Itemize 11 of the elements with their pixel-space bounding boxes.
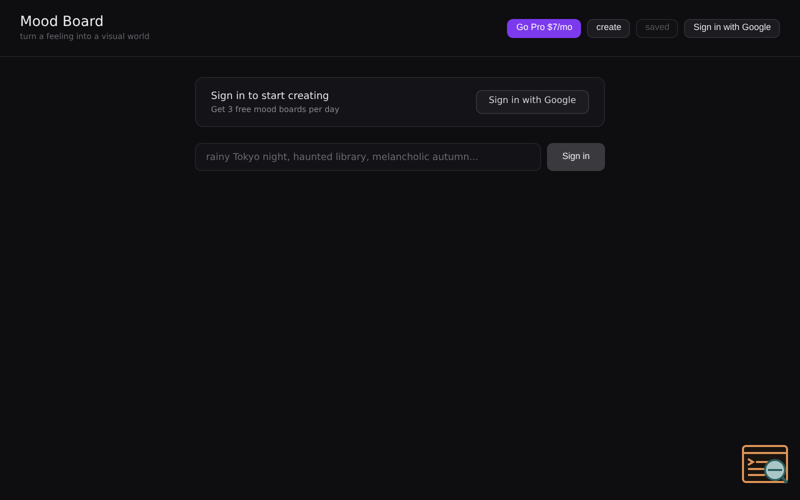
nav-button[interactable]: Sign in with Google xyxy=(684,18,780,38)
app-subtitle: turn a feeling into a visual world xyxy=(20,31,150,43)
nav-button[interactable]: Go Pro $7/mo xyxy=(507,18,582,38)
app-title: Mood Board xyxy=(20,13,105,31)
google-signin-button[interactable]: Sign in with Google xyxy=(476,90,589,114)
nav-button[interactable]: create xyxy=(587,18,630,38)
prompt-field[interactable]: rainy Tokyo night, haunted library, melancholic autumn... xyxy=(195,143,541,171)
card-title: Sign in to start creating xyxy=(211,90,330,104)
signin-button[interactable]: Sign in xyxy=(547,143,605,171)
inspector-icon[interactable] xyxy=(741,444,791,486)
card-subtitle: Get 3 free mood boards per day xyxy=(211,104,340,116)
